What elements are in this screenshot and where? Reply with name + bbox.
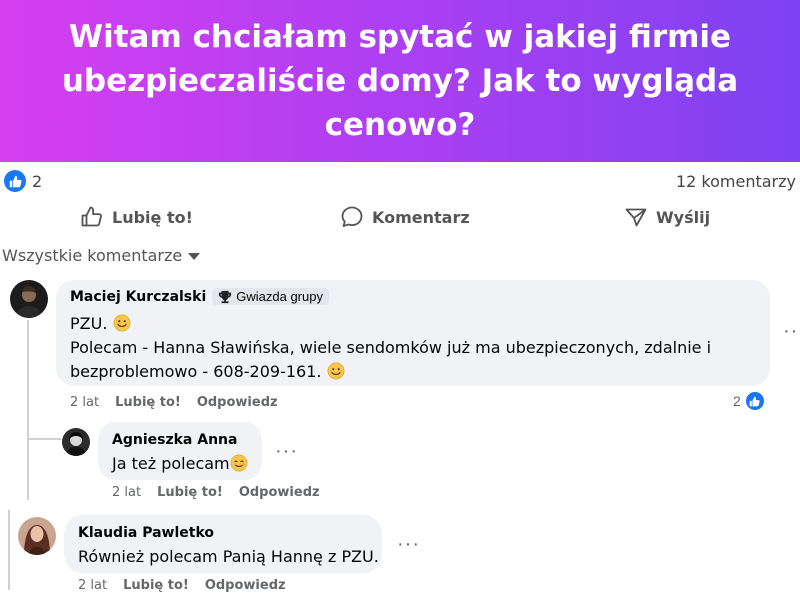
comment-meta: 2 lat Lubię to! Odpowiedz — [70, 395, 278, 410]
more-options-icon[interactable]: ··· — [397, 534, 420, 554]
comment-author[interactable]: Agnieszka Anna — [112, 432, 237, 448]
thread-connector — [27, 438, 61, 440]
more-options-icon[interactable]: ··· — [783, 321, 800, 341]
thread-line — [8, 510, 10, 590]
smiley-emoji-icon — [230, 454, 248, 472]
comment-text: Polecam - Hanna Sławińska, wiele sendomk… — [70, 338, 712, 357]
comment-button[interactable]: Komentarz — [340, 200, 470, 234]
comment-like-button[interactable]: Lubię to! — [115, 395, 181, 410]
action-bar: Lubię to! Komentarz Wyślij — [0, 200, 800, 234]
thumbs-up-icon[interactable] — [4, 170, 26, 192]
avatar[interactable] — [18, 517, 56, 555]
comment-filter-label: Wszystkie komentarze — [2, 246, 183, 265]
comment-button-label: Komentarz — [372, 207, 470, 227]
comment-text: Ja też polecam — [112, 454, 230, 473]
comment-meta: 2 lat Lubię to! Odpowiedz — [78, 578, 286, 593]
send-icon — [624, 205, 648, 229]
post-banner: Witam chciałam spytać w jakiej firmie ub… — [0, 0, 800, 162]
smiley-emoji-icon — [113, 314, 130, 332]
comment-author[interactable]: Maciej Kurczalski — [70, 289, 206, 305]
comment-like-button[interactable]: Lubię to! — [157, 485, 223, 500]
comment-timestamp[interactable]: 2 lat — [78, 578, 107, 593]
comment-reply-button[interactable]: Odpowiedz — [197, 395, 278, 410]
thread-line — [27, 320, 29, 500]
share-button-label: Wyślij — [656, 207, 711, 227]
avatar[interactable] — [62, 428, 90, 456]
comment-reply-button[interactable]: Odpowiedz — [205, 578, 286, 593]
reaction-count[interactable]: 2 — [32, 172, 42, 191]
speech-bubble-icon — [340, 205, 364, 229]
comment-count[interactable]: 12 komentarzy — [676, 172, 796, 191]
comment-reply-button[interactable]: Odpowiedz — [239, 485, 320, 500]
comment-text: Również polecam Panią Hannę z PZU. — [78, 547, 379, 566]
caret-down-icon — [188, 253, 201, 260]
comment-text: bezproblemowo - 608-209-161. — [70, 362, 322, 381]
like-button-label: Lubię to! — [112, 207, 193, 227]
trophy-icon — [219, 290, 232, 303]
like-button[interactable]: Lubię to! — [80, 200, 193, 234]
group-star-badge[interactable]: Gwiazda grupy — [212, 288, 329, 305]
comment-filter-dropdown[interactable]: Wszystkie komentarze — [2, 246, 201, 265]
post-stats: 2 12 komentarzy — [0, 170, 800, 194]
comment-meta: 2 lat Lubię to! Odpowiedz — [112, 485, 320, 500]
comment-like-button[interactable]: Lubię to! — [123, 578, 189, 593]
comment-author[interactable]: Klaudia Pawletko — [78, 525, 214, 541]
comment-timestamp[interactable]: 2 lat — [112, 485, 141, 500]
comment-bubble: Agnieszka Anna Ja też polecam — [98, 422, 262, 480]
avatar[interactable] — [10, 280, 48, 318]
post-title: Witam chciałam spytać w jakiej firmie ub… — [61, 19, 739, 143]
comment-timestamp[interactable]: 2 lat — [70, 395, 99, 410]
comment-reactions[interactable]: 2 — [733, 390, 766, 412]
share-button[interactable]: Wyślij — [624, 200, 710, 234]
comment-text: PZU. — [70, 314, 108, 333]
thumbs-up-outline-icon — [80, 205, 104, 229]
smiley-emoji-icon — [327, 362, 345, 380]
comment-bubble: Klaudia Pawletko Również polecam Panią H… — [64, 515, 382, 573]
comment-bubble: Maciej Kurczalski Gwiazda grupy PZU. Pol… — [56, 280, 770, 386]
thumbs-up-icon — [743, 390, 766, 412]
badge-label: Gwiazda grupy — [236, 289, 323, 304]
comment-reaction-count: 2 — [733, 393, 741, 409]
more-options-icon[interactable]: ··· — [275, 441, 298, 461]
